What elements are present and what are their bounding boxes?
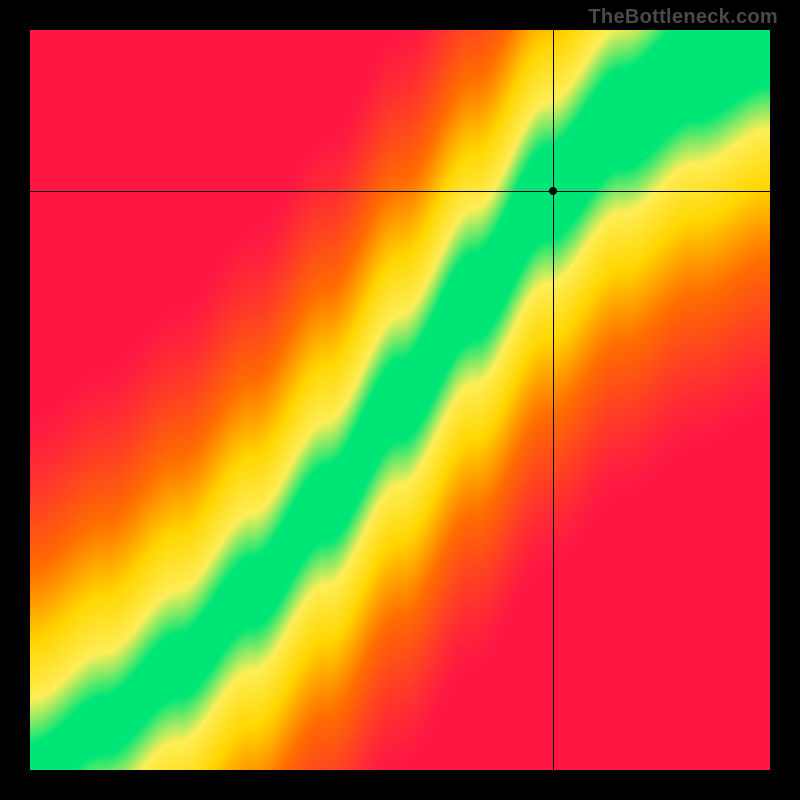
crosshair-horizontal [30, 191, 770, 192]
data-point-marker [549, 187, 557, 195]
heatmap-canvas [30, 30, 770, 770]
chart-container: TheBottleneck.com [0, 0, 800, 800]
watermark-text: TheBottleneck.com [588, 6, 778, 29]
crosshair-vertical [553, 30, 554, 770]
plot-area [30, 30, 770, 770]
